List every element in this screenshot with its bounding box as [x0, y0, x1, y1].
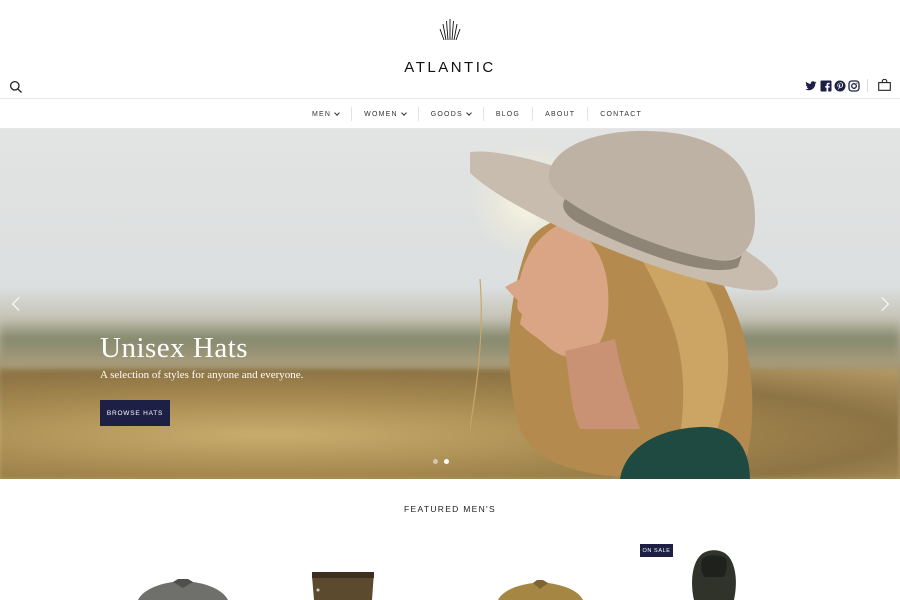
- main-nav: MEN WOMEN GOODS BLOG ABOUT CONTACT: [0, 99, 900, 129]
- chevron-down-icon: [400, 109, 407, 116]
- nav-item-goods[interactable]: GOODS: [419, 107, 484, 121]
- nav-item-about[interactable]: ABOUT: [533, 107, 589, 121]
- product-tan-jacket[interactable]: [493, 580, 588, 600]
- twitter-icon[interactable]: [805, 80, 817, 92]
- nav-item-label: CONTACT: [600, 110, 642, 118]
- nav-item-women[interactable]: WOMEN: [352, 107, 419, 121]
- browse-hats-button[interactable]: BROWSE HATS: [100, 400, 170, 426]
- nav-items: MEN WOMEN GOODS BLOG ABOUT CONTACT: [300, 99, 654, 129]
- pinterest-icon[interactable]: [834, 80, 846, 92]
- search-icon[interactable]: [9, 80, 23, 94]
- logo-text: ATLANTIC: [404, 59, 496, 76]
- slide-dot-active[interactable]: [444, 459, 449, 464]
- hero-subtitle: A selection of styles for anyone and eve…: [100, 369, 304, 381]
- site-header: ATLANTIC: [0, 0, 900, 99]
- instagram-icon[interactable]: [848, 80, 860, 92]
- chevron-down-icon: [465, 109, 472, 116]
- nav-item-contact[interactable]: CONTACT: [588, 107, 654, 121]
- slide-dot[interactable]: [433, 459, 438, 464]
- slide-indicators: [433, 459, 449, 464]
- sunburst-logo-icon: [439, 19, 461, 41]
- nav-item-blog[interactable]: BLOG: [484, 107, 534, 121]
- chevron-down-icon: [334, 109, 340, 116]
- nav-item-label: ABOUT: [545, 110, 576, 118]
- nav-item-label: BLOG: [495, 110, 521, 118]
- nav-item-men[interactable]: MEN: [300, 107, 353, 121]
- featured-section-title: FEATURED MEN'S: [404, 504, 496, 514]
- nav-item-label: MEN: [312, 110, 332, 118]
- hero-title: Unisex Hats: [100, 332, 249, 364]
- slide-prev-arrow-icon[interactable]: [11, 296, 27, 312]
- product-olive-hooded-jacket[interactable]: [688, 547, 740, 600]
- on-sale-badge: ON SALE: [640, 544, 673, 557]
- product-gray-shirt[interactable]: [128, 578, 238, 600]
- shopping-bag-icon[interactable]: [878, 79, 891, 91]
- product-brown-trousers[interactable]: [308, 570, 378, 600]
- header-divider: [867, 79, 868, 92]
- nav-item-label: WOMEN: [364, 110, 398, 118]
- hero-slideshow: Unisex Hats A selection of styles for an…: [0, 129, 900, 479]
- nav-item-label: GOODS: [430, 110, 463, 118]
- facebook-icon[interactable]: [820, 80, 832, 92]
- logo[interactable]: ATLANTIC: [400, 16, 500, 75]
- hero-person-image: [470, 130, 779, 479]
